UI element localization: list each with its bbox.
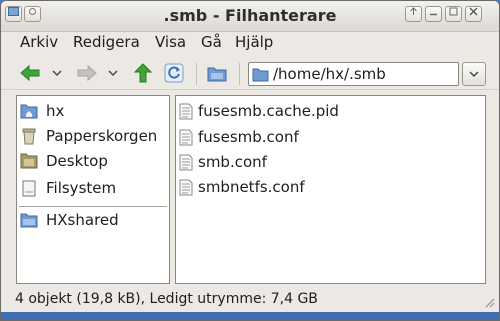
back-button[interactable]: [19, 61, 41, 85]
drive-icon: [19, 179, 39, 197]
forward-history-dropdown[interactable]: [105, 61, 121, 85]
text-file-icon: [179, 103, 193, 119]
sidebar-item-trash[interactable]: Papperskorgen: [19, 124, 157, 148]
folder-icon: [252, 68, 269, 81]
back-history-dropdown[interactable]: [49, 61, 65, 85]
sidebar-item-hxshared[interactable]: HXshared: [19, 208, 119, 232]
file-name: fusesmb.conf: [198, 128, 299, 146]
file-item[interactable]: fusesmb.cache.pid: [179, 99, 339, 123]
minimize-icon: [430, 13, 437, 16]
menu-ga[interactable]: Gå: [201, 33, 222, 51]
text-file-icon: [179, 129, 193, 145]
trash-icon: [19, 127, 39, 145]
toolbar-separator: [196, 63, 197, 85]
chevron-down-icon: [469, 71, 479, 77]
places-sidebar: hx Papperskorgen Desktop Filsystem HXsha…: [16, 95, 170, 284]
location-toggle-button[interactable]: [205, 61, 229, 85]
maximize-icon: [449, 7, 458, 16]
toolbar: /home/hx/.smb: [1, 57, 499, 90]
sidebar-item-label: Desktop: [46, 152, 108, 170]
reload-button[interactable]: [162, 61, 186, 85]
folder-icon: [19, 211, 39, 229]
file-name: smbnetfs.conf: [198, 178, 305, 196]
home-folder-icon: [19, 102, 39, 120]
sidebar-item-label: Papperskorgen: [46, 127, 158, 145]
menu-bar: Arkiv Redigera Visa Gå Hjälp: [1, 31, 499, 55]
menu-arkiv[interactable]: Arkiv: [20, 33, 58, 51]
sidebar-item-label: Filsystem: [46, 179, 117, 197]
forward-button[interactable]: [76, 61, 98, 85]
folder-icon: [207, 67, 227, 81]
status-text: 4 objekt (19,8 kB), Ledigt utrymme: 7,4 …: [15, 291, 318, 307]
text-file-icon: [179, 179, 193, 195]
sidebar-item-label: HXshared: [46, 211, 119, 229]
location-dropdown-button[interactable]: [462, 62, 486, 86]
file-name: smb.conf: [198, 153, 267, 171]
maximize-button[interactable]: [445, 6, 462, 22]
desktop-icon: [19, 152, 39, 170]
minimize-button[interactable]: [425, 6, 442, 22]
text-file-icon: [179, 154, 193, 170]
file-item[interactable]: fusesmb.conf: [179, 125, 299, 149]
chevron-down-icon: [108, 70, 118, 76]
resize-grip-icon[interactable]: [483, 296, 495, 308]
reload-icon: [164, 63, 184, 83]
sidebar-item-hx[interactable]: hx: [19, 99, 64, 123]
shade-button[interactable]: [405, 6, 422, 22]
file-manager-window: .smb - Filhanterare Arkiv Redigera Visa …: [0, 0, 500, 321]
file-item[interactable]: smb.conf: [179, 150, 267, 174]
menu-visa[interactable]: Visa: [155, 33, 186, 51]
window-frame-bottom: [1, 312, 499, 320]
forward-arrow-icon: [77, 64, 97, 82]
chevron-down-icon: [52, 70, 62, 76]
sidebar-item-filesystem[interactable]: Filsystem: [19, 176, 116, 200]
sidebar-item-desktop[interactable]: Desktop: [19, 149, 108, 173]
menu-redigera[interactable]: Redigera: [73, 33, 140, 51]
back-arrow-icon: [20, 64, 40, 82]
up-button[interactable]: [132, 61, 154, 85]
file-item[interactable]: smbnetfs.conf: [179, 175, 305, 199]
location-path: /home/hx/.smb: [273, 65, 386, 83]
sidebar-item-label: hx: [46, 102, 65, 120]
status-bar: 4 objekt (19,8 kB), Ledigt utrymme: 7,4 …: [1, 286, 499, 314]
menu-hjalp[interactable]: Hjälp: [235, 33, 273, 51]
close-icon: [469, 7, 478, 16]
sidebar-separator: [19, 206, 167, 207]
toolbar-separator: [239, 63, 240, 85]
location-bar[interactable]: /home/hx/.smb: [248, 62, 459, 86]
file-name: fusesmb.cache.pid: [198, 102, 339, 120]
up-arrow-icon: [134, 63, 152, 83]
arrow-up-icon: [410, 7, 417, 15]
close-button[interactable]: [465, 6, 482, 22]
title-bar[interactable]: .smb - Filhanterare: [1, 1, 499, 32]
file-list: fusesmb.cache.pid fusesmb.conf smb.conf …: [175, 95, 486, 284]
